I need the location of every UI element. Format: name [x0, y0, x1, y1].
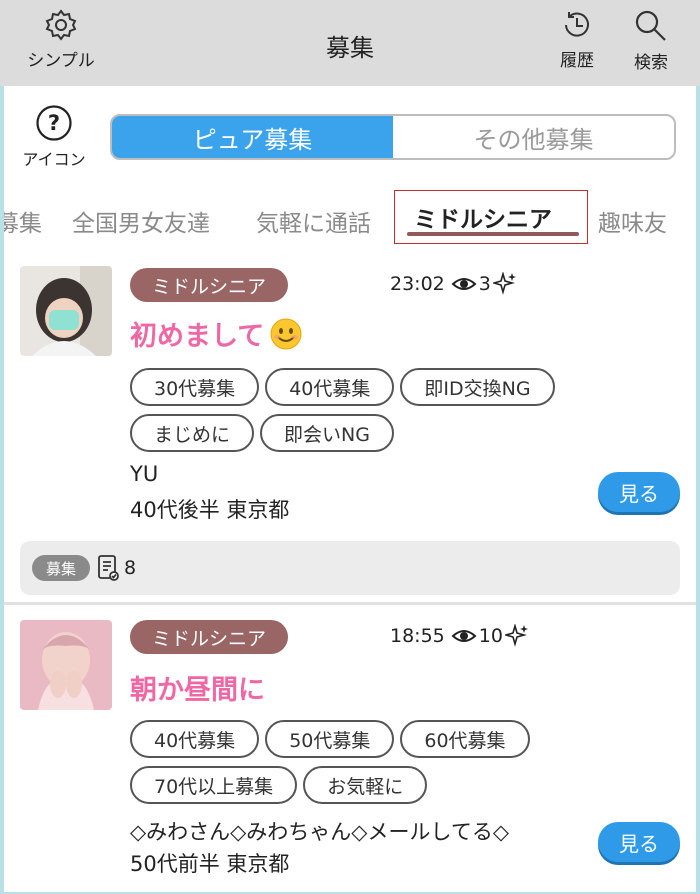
post-title[interactable]: 初めまして	[130, 314, 302, 353]
main-panel: ? アイコン ピュア募集 その他募集 募集 全国男女友達 気軽に通話 ミドルシニ…	[4, 86, 696, 892]
sparkle-icon	[492, 272, 516, 295]
post-title-text: 初めまして	[130, 321, 265, 352]
view-post-button[interactable]: 見る	[598, 472, 680, 512]
search-label: 検索	[634, 53, 668, 73]
post-title-text: 朝か昼間に	[130, 675, 265, 706]
category-tabs: 募集 全国男女友達 気軽に通話 ミドルシニア 趣味友	[4, 190, 696, 246]
tag[interactable]: 60代募集	[400, 720, 530, 758]
reply-count-value: 8	[124, 557, 137, 579]
document-icon	[98, 555, 119, 581]
poster-name: YU	[130, 462, 159, 486]
reply-count[interactable]: 8	[96, 554, 136, 582]
selected-category-underline	[407, 232, 579, 236]
view-count: 10	[451, 624, 529, 648]
poster-name: ◇みわさん◇みわちゃん◇メールしてる◇	[130, 820, 509, 844]
eye-icon	[451, 630, 477, 642]
tag[interactable]: まじめに	[130, 414, 255, 452]
tag[interactable]: 30代募集	[130, 368, 260, 406]
tab-other-recruit[interactable]: その他募集	[393, 116, 674, 158]
smiley-emoji-icon	[270, 318, 302, 349]
category-tab-recruit[interactable]: 募集	[4, 204, 42, 238]
view-count-value: 3	[478, 273, 491, 295]
avatar-photo-icon	[20, 620, 112, 710]
tab-pure-recruit[interactable]: ピュア募集	[112, 116, 393, 158]
history-button[interactable]: 履歴	[552, 8, 602, 71]
poster-info: 40代後半 東京都	[130, 498, 290, 522]
post-meta: 23:02 3	[390, 272, 517, 296]
category-tab-nationwide-friends[interactable]: 全国男女友達	[72, 204, 210, 238]
tag[interactable]: 70代以上募集	[130, 766, 298, 804]
category-badge: ミドルシニア	[130, 620, 289, 654]
view-count: 3	[451, 272, 517, 296]
tag[interactable]: 50代募集	[265, 720, 395, 758]
category-tab-casual-call[interactable]: 気軽に通話	[256, 204, 371, 238]
category-tab-hobby-friends[interactable]: 趣味友	[598, 204, 667, 238]
app-header: シンプル 募集 履歴 検索	[0, 0, 700, 86]
divider	[4, 602, 696, 605]
tag-list: 40代募集 50代募集 60代募集 70代以上募集 お気軽に	[130, 720, 600, 804]
svg-text:?: ?	[48, 111, 60, 135]
icon-toggle-label: アイコン	[22, 150, 86, 169]
category-badge: ミドルシニア	[130, 268, 289, 302]
tag[interactable]: 40代募集	[130, 720, 260, 758]
tag-list: 30代募集 40代募集 即ID交換NG まじめに 即会いNG	[130, 368, 600, 452]
poster-info: 50代前半 東京都	[130, 852, 290, 876]
search-button[interactable]: 検索	[624, 8, 678, 73]
tag[interactable]: 即会いNG	[260, 414, 394, 452]
avatar-photo-icon	[20, 266, 112, 356]
avatar[interactable]	[20, 266, 112, 356]
help-circle-icon: ?	[36, 105, 72, 141]
post-time: 23:02	[390, 273, 445, 295]
history-clock-icon	[565, 12, 589, 37]
post-meta: 18:55 10	[390, 624, 529, 648]
history-label: 履歴	[560, 51, 594, 71]
recruit-type-tabs: ピュア募集 その他募集	[110, 114, 676, 160]
tag[interactable]: お気軽に	[303, 766, 428, 804]
search-icon	[635, 10, 666, 41]
tag[interactable]: 即ID交換NG	[400, 368, 555, 406]
view-post-button[interactable]: 見る	[598, 822, 680, 862]
avatar[interactable]	[20, 620, 112, 710]
post-title[interactable]: 朝か昼間に	[130, 668, 265, 707]
post-time: 18:55	[390, 625, 445, 647]
eye-icon	[451, 278, 477, 290]
post-footer: 募集 8	[20, 541, 680, 595]
recruit-chip: 募集	[32, 555, 91, 581]
view-count-value: 10	[478, 625, 503, 647]
tag[interactable]: 40代募集	[265, 368, 395, 406]
icon-toggle-button[interactable]: ? アイコン	[18, 104, 90, 170]
sparkle-icon	[504, 624, 528, 647]
